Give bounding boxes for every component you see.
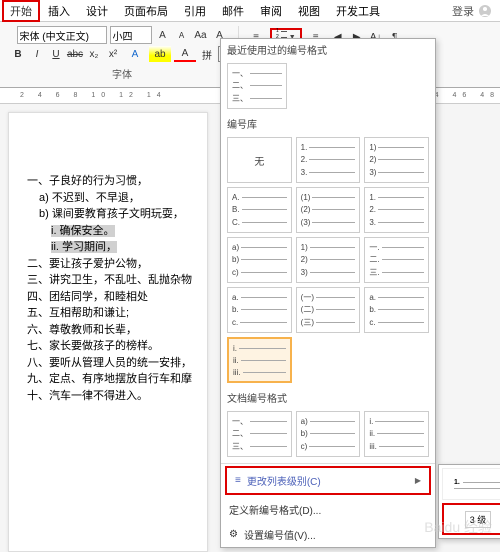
num-opt-lib-8[interactable]: a.b.c.	[227, 287, 292, 333]
doc-line-4: i. 确保安全。	[51, 225, 115, 237]
underline-icon[interactable]: U	[48, 46, 64, 62]
superscript-icon[interactable]: x²	[105, 46, 121, 62]
define-new-label: 定义新编号格式(D)...	[229, 502, 321, 517]
menu-references[interactable]: 引用	[176, 0, 214, 22]
level1-marker: 1.	[454, 479, 460, 486]
menu-start[interactable]: 开始	[2, 0, 40, 22]
num-opt-none[interactable]: 无	[227, 137, 292, 183]
decrease-font-icon[interactable]: A	[174, 27, 190, 43]
doc-line-7: 三、讲究卫生，不乱吐、乱抛杂物	[27, 272, 207, 289]
chevron-right-icon: ▶	[415, 476, 421, 485]
num-opt-lib-5[interactable]: a)b)c)	[227, 237, 292, 283]
menu-bar: 开始 插入 设计 页面布局 引用 邮件 审阅 视图 开发工具 登录	[0, 0, 500, 22]
num-opt-lib-3[interactable]: A.B.C.	[227, 187, 292, 233]
bold-icon[interactable]: B	[10, 46, 26, 62]
list-level-submenu: 1. 3 级	[438, 464, 500, 539]
doc-line-10: 六、尊敬教师和长辈，	[27, 322, 207, 339]
num-opt-lib-2[interactable]: 1)2)3)	[364, 137, 429, 183]
doc-line-14: 十、汽车一律不得进入。	[27, 388, 207, 405]
num-opt-doc-2[interactable]: a)b)c)	[296, 411, 361, 457]
num-opt-lib-6[interactable]: 1)2)3)	[296, 237, 361, 283]
set-number-value[interactable]: ⚙ 设置编号值(V)...	[221, 522, 435, 547]
define-new-format[interactable]: 定义新编号格式(D)...	[221, 497, 435, 522]
num-opt-lib-7[interactable]: 一.二.三.	[364, 237, 429, 283]
docformat-section-title: 文档编号格式	[221, 387, 435, 407]
num-opt-lib-4[interactable]: (1)(2)(3)	[296, 187, 361, 233]
doc-line-13: 九、定点、有序地摆放自行车和摩	[27, 371, 207, 388]
menu-review[interactable]: 审阅	[252, 0, 290, 22]
change-list-level[interactable]: ≡ 更改列表级别(C) ▶	[225, 466, 431, 495]
menu-mail[interactable]: 邮件	[214, 0, 252, 22]
num-opt-lib-1[interactable]: 1.2.3.	[296, 137, 361, 183]
menu-design[interactable]: 设计	[78, 0, 116, 22]
font-size-select[interactable]	[110, 26, 152, 44]
library-section-title: 编号库	[221, 113, 435, 133]
num-opt-lib-10[interactable]: a.b.c.	[364, 287, 429, 333]
doc-line-12: 八、要听从管理人员的统一安排，	[27, 355, 207, 372]
recent-section-title: 最近使用过的编号格式	[221, 39, 435, 59]
change-case-icon[interactable]: Aa	[193, 27, 209, 43]
doc-line-3: b) 课间要教育孩子文明玩耍，	[39, 206, 207, 223]
num-opt-lib-9[interactable]: (一)(二)(三)	[296, 287, 361, 333]
user-avatar-icon	[478, 4, 492, 18]
level-1-option[interactable]: 1.	[442, 468, 500, 500]
menu-view[interactable]: 视图	[290, 0, 328, 22]
doc-line-6: 二、要让孩子爱护公物，	[27, 256, 207, 273]
set-value-icon: ⚙	[229, 529, 238, 540]
doc-line-11: 七、家长要做孩子的榜样。	[27, 338, 207, 355]
strikethrough-icon[interactable]: abc	[67, 46, 83, 62]
num-opt-recent-1[interactable]: 一、二、三、	[227, 63, 287, 109]
menu-dev-tools[interactable]: 开发工具	[328, 0, 388, 22]
doc-line-9: 五、互相帮助和谦让;	[27, 305, 207, 322]
num-opt-doc-3[interactable]: i.ii.iii.	[364, 411, 429, 457]
level-hint-label: 3 级	[465, 511, 492, 528]
menu-insert[interactable]: 插入	[40, 0, 78, 22]
italic-icon[interactable]: I	[29, 46, 45, 62]
num-opt-lib-11[interactable]: i.ii.iii.	[227, 337, 292, 383]
font-name-select[interactable]	[17, 26, 107, 44]
set-value-label: 设置编号值(V)...	[244, 527, 316, 542]
menu-page-layout[interactable]: 页面布局	[116, 0, 176, 22]
font-color-icon[interactable]: A	[174, 46, 196, 62]
text-effects-icon[interactable]: A	[124, 46, 146, 62]
doc-line-2: a) 不迟到、不早退，	[39, 190, 207, 207]
doc-line-1: 一、子良好的行为习惯，	[27, 173, 207, 190]
phonetic-guide-icon[interactable]: 拼	[199, 46, 215, 62]
login-label: 登录	[452, 3, 474, 19]
login-button[interactable]: 登录	[444, 0, 500, 22]
subscript-icon[interactable]: x₂	[86, 46, 102, 62]
doc-line-5: ii. 学习期间，	[51, 241, 117, 253]
increase-font-icon[interactable]: A	[155, 27, 171, 43]
change-level-icon: ≡	[235, 475, 241, 486]
level-3-option[interactable]: 3 级	[442, 503, 500, 535]
highlight-icon[interactable]: ab	[149, 46, 171, 62]
font-group-label: 字体	[112, 66, 132, 81]
numbering-dropdown: 最近使用过的编号格式 一、二、三、 编号库 无 1.2.3. 1)2)3) A.…	[220, 38, 436, 548]
document-area[interactable]: 一、子良好的行为习惯， a) 不迟到、不早退， b) 课间要教育孩子文明玩耍， …	[8, 112, 208, 552]
num-opt-lib-4b[interactable]: 1.2.3.	[364, 187, 429, 233]
change-level-label: 更改列表级别(C)	[247, 473, 321, 488]
ruler-marks-left: 2 4 6 8 10 12 14	[20, 92, 167, 99]
doc-line-8: 四、团结同学，和睦相处	[27, 289, 207, 306]
num-opt-doc-1[interactable]: 一、二、三、	[227, 411, 292, 457]
